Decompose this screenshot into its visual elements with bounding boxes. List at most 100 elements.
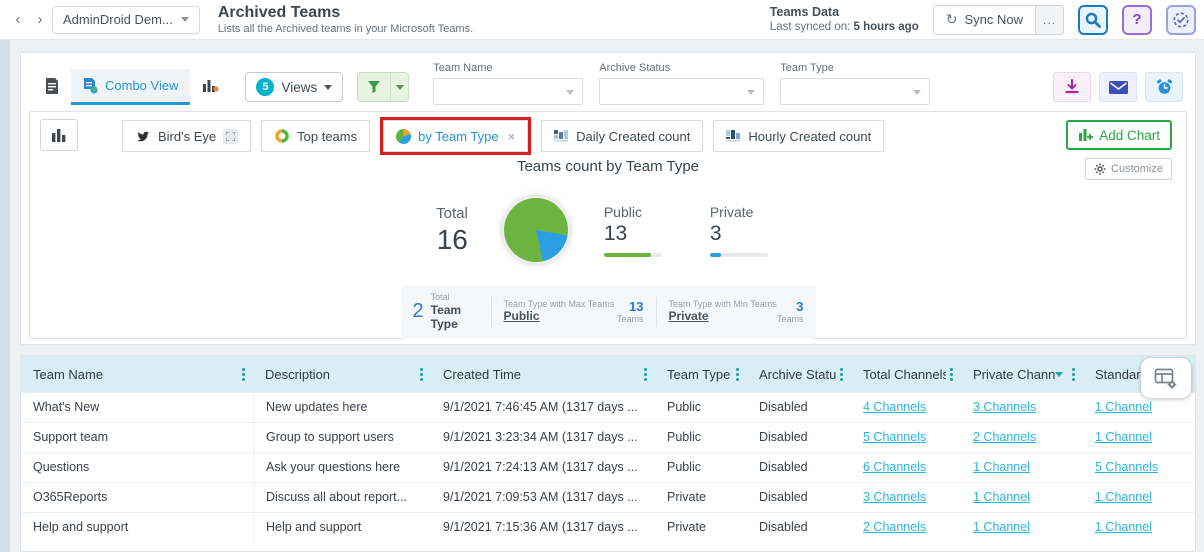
- standard-channels-link[interactable]: 1 Channel: [1095, 520, 1152, 534]
- search-button[interactable]: [1078, 5, 1108, 35]
- workspace-dropdown[interactable]: AdminDroid Dem...: [52, 6, 200, 34]
- column-menu-icon[interactable]: [736, 368, 739, 381]
- team-type-pie-chart[interactable]: [504, 198, 568, 262]
- tab-hourly-created-count[interactable]: Hourly Created count: [713, 120, 884, 152]
- column-header-created-time[interactable]: Created Time: [431, 356, 655, 392]
- column-header-archive-status[interactable]: Archive Status: [747, 356, 851, 392]
- column-menu-icon[interactable]: [242, 368, 245, 381]
- sort-caret-icon[interactable]: [1055, 372, 1063, 377]
- column-menu-icon[interactable]: [1072, 368, 1075, 381]
- tab-daily-created-count[interactable]: Daily Created count: [541, 120, 703, 152]
- column-header-private-channels[interactable]: Private Channels: [961, 356, 1083, 392]
- tab-by-team-type[interactable]: by Team Type ×: [383, 120, 528, 152]
- team-name-select[interactable]: [433, 78, 583, 105]
- chart-panel-toggle-button[interactable]: [40, 119, 78, 151]
- table-row[interactable]: Questions Ask your questions here 9/1/20…: [21, 452, 1195, 482]
- filter-archive-status: Archive Status: [599, 62, 764, 105]
- download-button[interactable]: [1053, 72, 1091, 102]
- page-title: Archived Teams: [218, 4, 473, 22]
- chevron-down-icon: [181, 17, 189, 22]
- column-menu-icon[interactable]: [950, 368, 953, 381]
- private-channels-link[interactable]: 1 Channel: [973, 460, 1030, 474]
- title-block: Archived Teams Lists all the Archived te…: [218, 4, 473, 35]
- report-panel: Combo View 5 Views: [20, 52, 1196, 345]
- standard-channels-link[interactable]: 1 Channel: [1095, 400, 1152, 414]
- metric-bar-fill: [604, 253, 651, 257]
- summary-caption: Team Type with Min Teams: [669, 299, 777, 310]
- total-label: Total: [436, 205, 468, 222]
- views-count-badge: 5: [256, 78, 274, 96]
- column-header-team-type[interactable]: Team Type: [655, 356, 747, 392]
- column-chooser-button[interactable]: [1141, 358, 1191, 398]
- tab-top-teams[interactable]: Top teams: [261, 120, 370, 152]
- metric-value: 13: [604, 222, 674, 246]
- total-channels-link[interactable]: 6 Channels: [863, 460, 926, 474]
- table-row[interactable]: Help and support Help and support 9/1/20…: [21, 512, 1195, 542]
- refresh-icon: ↻: [946, 11, 958, 28]
- expand-icon[interactable]: [223, 129, 238, 144]
- column-header-description[interactable]: Description: [253, 356, 431, 392]
- tab-birds-eye[interactable]: Bird's Eye: [122, 120, 251, 152]
- add-chart-button[interactable]: Add Chart: [1066, 120, 1172, 150]
- column-label: Team Name: [33, 367, 238, 382]
- chevron-down-icon: [566, 90, 574, 95]
- private-channels-link[interactable]: 3 Channels: [973, 400, 1036, 414]
- total-channels-link[interactable]: 4 Channels: [863, 400, 926, 414]
- private-channels-link[interactable]: 1 Channel: [973, 490, 1030, 504]
- table-row[interactable]: O365Reports Discuss all about report... …: [21, 482, 1195, 512]
- bird-icon: [135, 130, 151, 143]
- customize-button[interactable]: Customize: [1085, 158, 1172, 180]
- cell-team-name: Support team: [21, 423, 253, 452]
- scheduled-tasks-button[interactable]: [1166, 5, 1196, 35]
- views-dropdown[interactable]: 5 Views: [245, 72, 343, 102]
- help-button[interactable]: ?: [1122, 5, 1152, 35]
- cell-archive-status: Disabled: [747, 423, 851, 452]
- chart-view-button[interactable]: [190, 69, 231, 105]
- filter-dropdown-toggle[interactable]: [390, 73, 408, 101]
- nav-forward-button[interactable]: ›: [30, 7, 50, 33]
- table-row[interactable]: Support team Group to support users 9/1/…: [21, 422, 1195, 452]
- toolbar-action-icons: [1053, 72, 1183, 102]
- standard-channels-link[interactable]: 1 Channel: [1095, 490, 1152, 504]
- table-view-button[interactable]: [33, 69, 71, 105]
- left-edge-strip: [0, 40, 10, 552]
- column-label: Private Channels: [973, 367, 1055, 382]
- customize-label: Customize: [1111, 163, 1163, 175]
- sync-more-button[interactable]: ...: [1036, 5, 1064, 35]
- summary-caption: Total: [431, 292, 479, 303]
- min-team-type-link[interactable]: Private: [669, 309, 777, 325]
- views-label: Views: [281, 80, 317, 95]
- sync-now-button[interactable]: ↻ Sync Now: [933, 5, 1036, 35]
- schedule-alert-button[interactable]: [1145, 72, 1183, 102]
- chevron-down-icon: [324, 85, 332, 90]
- selected-tab-highlight: by Team Type ×: [380, 117, 531, 155]
- private-channels-link[interactable]: 1 Channel: [973, 520, 1030, 534]
- filter-button[interactable]: [357, 72, 409, 102]
- table-row[interactable]: What's New New updates here 9/1/2021 7:4…: [21, 392, 1195, 422]
- nav-back-button[interactable]: ‹: [8, 7, 28, 33]
- total-channels-link[interactable]: 5 Channels: [863, 430, 926, 444]
- chart-body: Total 16 Public 13 Private 3: [30, 191, 1186, 269]
- search-icon: [1084, 11, 1102, 29]
- total-channels-link[interactable]: 2 Channels: [863, 520, 926, 534]
- email-button[interactable]: [1099, 72, 1137, 102]
- close-icon[interactable]: ×: [508, 129, 516, 144]
- combo-view-button[interactable]: Combo View: [71, 69, 190, 105]
- private-channels-link[interactable]: 2 Channels: [973, 430, 1036, 444]
- cell-created-time: 9/1/2021 7:24:13 AM (1317 days ...: [431, 453, 655, 482]
- standard-channels-link[interactable]: 5 Channels: [1095, 460, 1158, 474]
- column-menu-icon[interactable]: [420, 368, 423, 381]
- column-header-team-name[interactable]: Team Name: [21, 356, 253, 392]
- column-menu-icon[interactable]: [644, 368, 647, 381]
- standard-channels-link[interactable]: 1 Channel: [1095, 430, 1152, 444]
- top-bar: ‹ › AdminDroid Dem... Archived Teams Lis…: [0, 0, 1204, 40]
- column-menu-icon[interactable]: [840, 368, 843, 381]
- archive-status-select[interactable]: [599, 78, 764, 105]
- filter-label: Archive Status: [599, 62, 764, 74]
- workspace-name: AdminDroid Dem...: [63, 12, 173, 27]
- cell-created-time: 9/1/2021 3:23:34 AM (1317 days ...: [431, 423, 655, 452]
- team-type-select[interactable]: [780, 78, 930, 105]
- total-channels-link[interactable]: 3 Channels: [863, 490, 926, 504]
- column-header-total-channels[interactable]: Total Channels: [851, 356, 961, 392]
- max-team-type-link[interactable]: Public: [504, 309, 615, 325]
